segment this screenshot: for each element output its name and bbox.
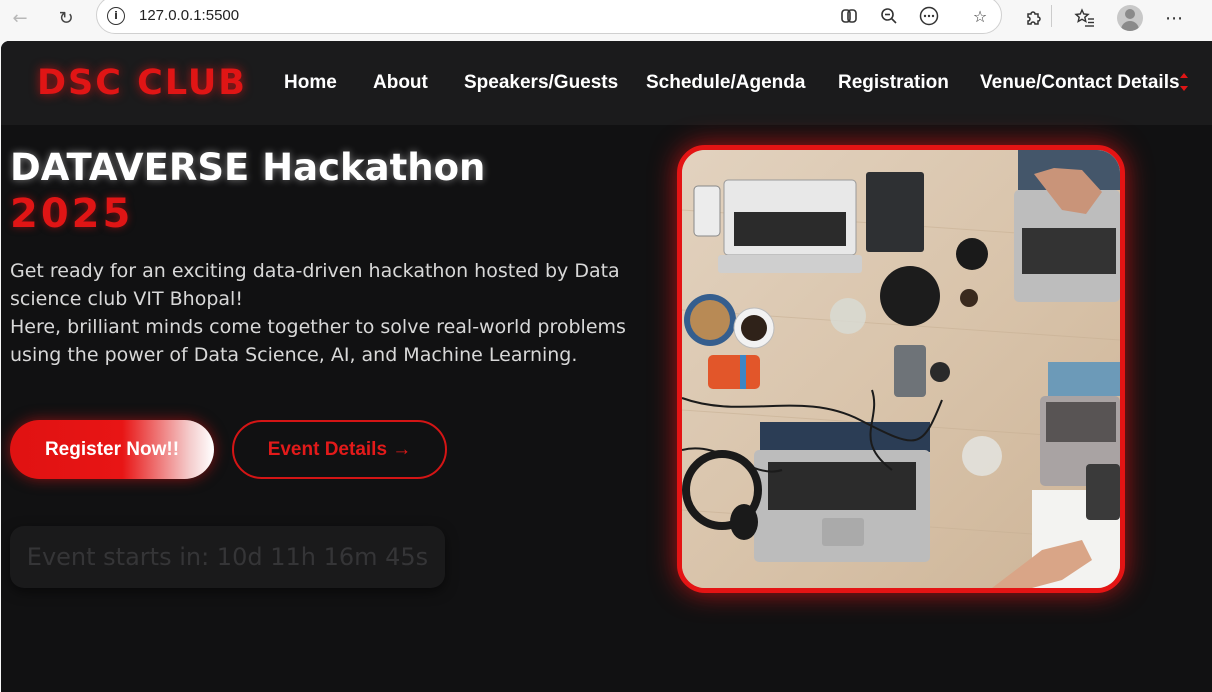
web-page: DSC CLUB Home About Speakers/Guests Sche… bbox=[1, 41, 1212, 692]
profile-avatar-icon[interactable] bbox=[1116, 4, 1144, 32]
description-line-2: Here, brilliant minds come together to s… bbox=[10, 316, 626, 366]
nav-schedule[interactable]: Schedule/Agenda bbox=[646, 72, 805, 94]
site-logo[interactable]: DSC CLUB bbox=[37, 63, 247, 103]
reload-icon[interactable]: ↻ bbox=[52, 4, 80, 32]
star-icon[interactable]: ☆ bbox=[968, 4, 992, 28]
description-line-1: Get ready for an exciting data-driven ha… bbox=[10, 260, 620, 310]
back-arrow-icon[interactable]: ← bbox=[6, 4, 34, 32]
favorites-list-icon[interactable] bbox=[1071, 4, 1099, 32]
nav-speakers[interactable]: Speakers/Guests bbox=[464, 72, 618, 94]
countdown-timer: Event starts in: 10d 11h 16m 45s bbox=[10, 526, 445, 588]
more-menu-icon[interactable]: ⋯ bbox=[1160, 4, 1188, 32]
address-bar[interactable]: i 127.0.0.1:5500 ☆ bbox=[96, 0, 1052, 34]
copilot-icon[interactable] bbox=[837, 4, 861, 28]
site-header: DSC CLUB Home About Speakers/Guests Sche… bbox=[1, 41, 1212, 125]
hero-description: Get ready for an exciting data-driven ha… bbox=[10, 257, 650, 369]
hero-year: 2025 bbox=[10, 191, 134, 237]
hero-title: DATAVERSE Hackathon bbox=[10, 146, 486, 189]
nav-venue-contact[interactable]: Venue/Contact Details bbox=[980, 72, 1180, 94]
countdown-text: Event starts in: 10d 11h 16m 45s bbox=[26, 543, 429, 571]
address-url[interactable]: 127.0.0.1:5500 bbox=[139, 7, 239, 24]
register-now-button[interactable]: Register Now!! bbox=[10, 420, 214, 479]
browser-toolbar: ← ↻ i 127.0.0.1:5500 ☆ ⋯ bbox=[0, 0, 1212, 36]
site-info-icon[interactable]: i bbox=[107, 7, 125, 25]
laptops-on-table-illustration bbox=[682, 150, 1120, 588]
nav-home[interactable]: Home bbox=[284, 72, 337, 94]
nav-about[interactable]: About bbox=[373, 72, 428, 94]
event-details-button[interactable]: Event Details → bbox=[232, 420, 447, 479]
puzzle-icon[interactable] bbox=[1020, 4, 1048, 32]
nav-registration[interactable]: Registration bbox=[838, 72, 949, 94]
hero-image bbox=[677, 145, 1125, 593]
ellipsis-icon[interactable] bbox=[917, 4, 941, 28]
zoom-out-icon[interactable] bbox=[877, 4, 901, 28]
scroll-arrows-icon[interactable] bbox=[1180, 73, 1188, 95]
address-divider bbox=[1051, 5, 1052, 27]
